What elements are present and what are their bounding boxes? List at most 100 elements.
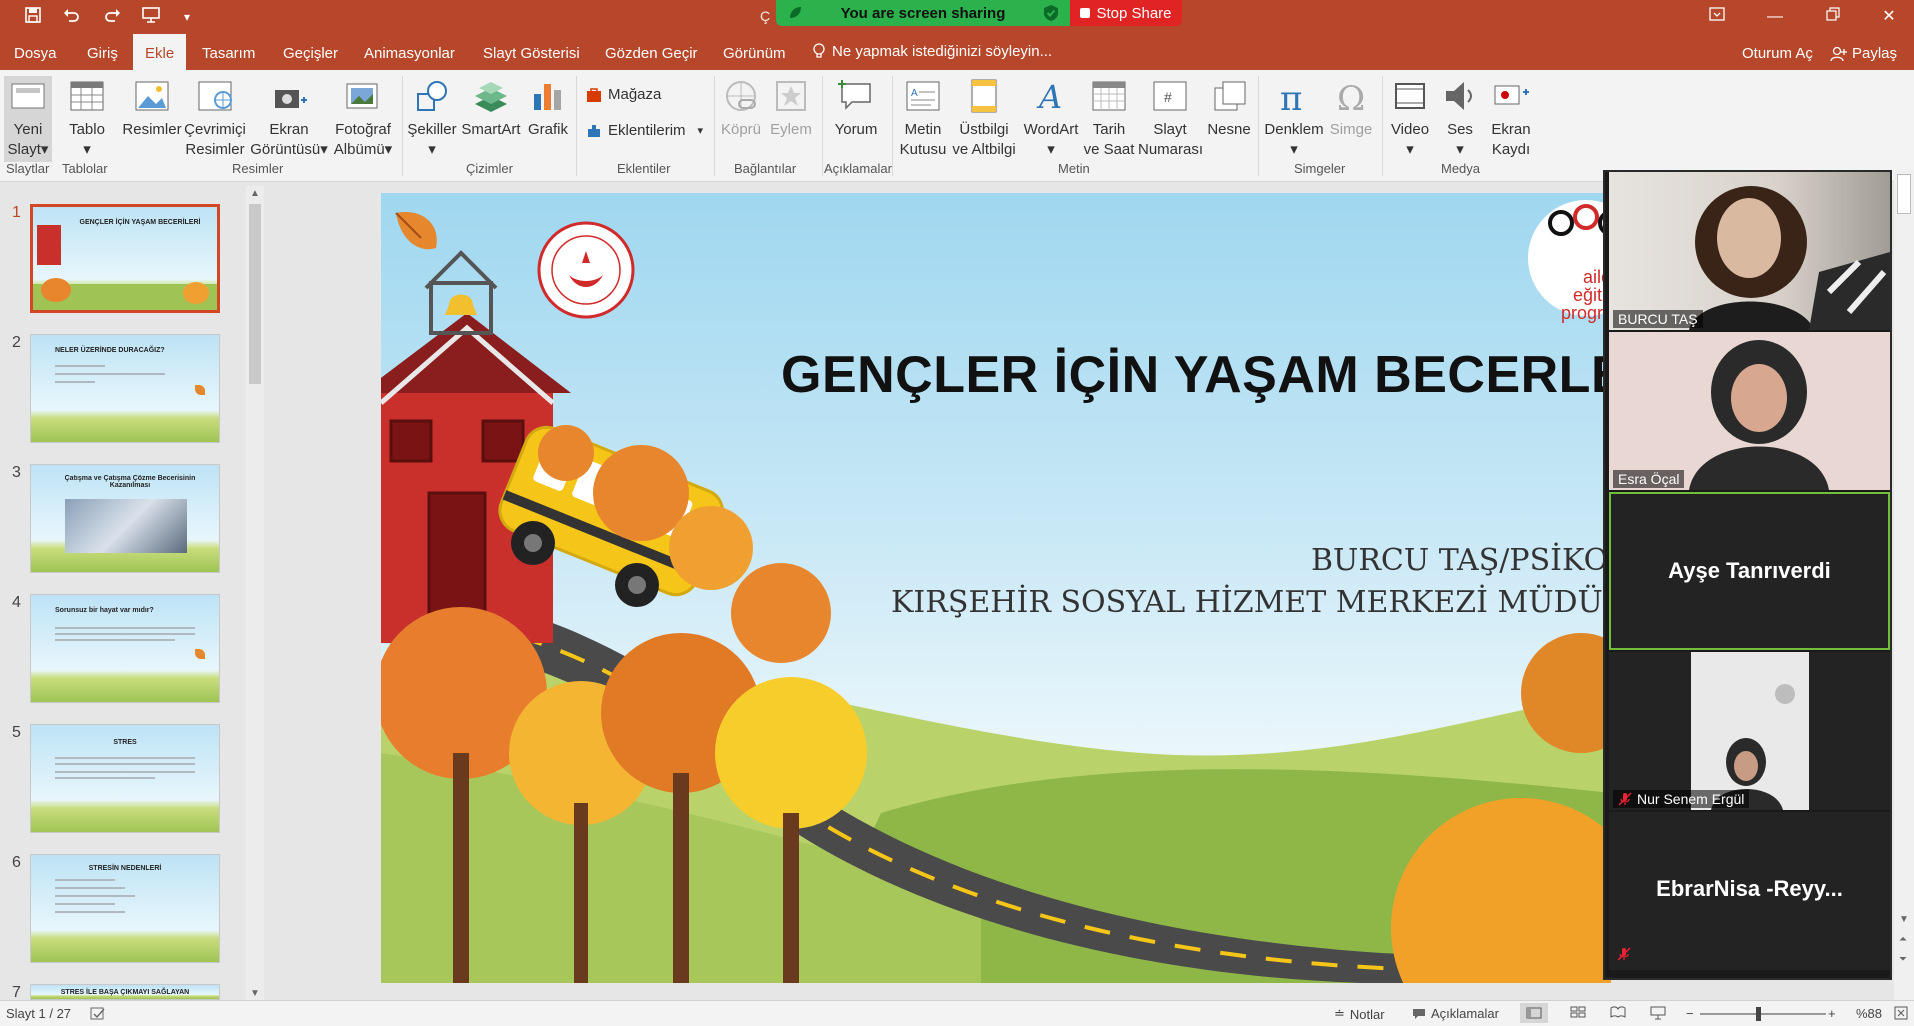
slide-number-button[interactable]: # Slayt Numarası <box>1138 76 1203 160</box>
mic-muted-icon <box>1617 947 1631 961</box>
present-icon[interactable] <box>140 6 162 28</box>
zoom-out-button[interactable]: − <box>1686 1006 1694 1021</box>
slide-thumbnail-4[interactable]: Sorunsuz bir hayat var mıdır? <box>30 594 220 703</box>
slide-thumbnail-6[interactable]: STRESİN NEDENLERİ <box>30 854 220 963</box>
video-button[interactable]: Video ▾ <box>1386 76 1434 160</box>
slide-title[interactable]: GENÇLER İÇİN YAŞAM BECERLE <box>781 345 1611 405</box>
header-footer-icon <box>971 79 997 113</box>
slide-sorter-button[interactable] <box>1570 1006 1586 1018</box>
participant-tile[interactable]: Nur Senem Ergül <box>1609 652 1890 810</box>
current-slide[interactable]: aile eğitim programı GENÇLER İÇİN YAŞAM … <box>381 193 1611 983</box>
tab-gozden-gecir[interactable]: Gözden Geçir <box>605 34 698 70</box>
date-time-button[interactable]: Tarih ve Saat <box>1082 76 1136 160</box>
undo-icon[interactable] <box>60 6 82 28</box>
participant-tile[interactable]: Esra Öçal <box>1609 332 1890 490</box>
link-button[interactable]: Köprü <box>716 76 766 140</box>
tab-gecisler[interactable]: Geçişler <box>283 34 338 70</box>
scroll-up-icon[interactable]: ▲ <box>250 188 260 199</box>
customize-icon[interactable]: ▾ <box>176 6 198 28</box>
reading-view-button[interactable] <box>1610 1006 1626 1018</box>
zoom-level[interactable]: %88 <box>1856 1006 1882 1021</box>
my-addins-button[interactable]: Eklentilerim ▾ <box>586 122 703 139</box>
ribbon-separator <box>892 76 893 176</box>
zoom-in-button[interactable]: + <box>1828 1006 1836 1021</box>
comments-button[interactable]: Açıklamalar <box>1412 1006 1499 1021</box>
object-label: Nesne <box>1207 121 1251 138</box>
tell-me-search[interactable]: Ne yapmak istediğinizi söyleyin... <box>812 34 1052 70</box>
thumbnail-scroll-handle[interactable] <box>249 204 261 384</box>
images-button[interactable]: Resimler <box>122 76 182 140</box>
zoom-slider[interactable] <box>1700 1007 1826 1021</box>
chart-button[interactable]: Grafik <box>526 76 570 140</box>
comments-icon <box>1413 1008 1425 1019</box>
store-button[interactable]: Mağaza <box>586 86 661 103</box>
textbox-button[interactable]: A Metin Kutusu <box>896 76 950 160</box>
previous-slide-icon[interactable]: ⏶ <box>1899 934 1907 945</box>
notes-button[interactable]: ≐ Notlar <box>1334 1006 1385 1022</box>
close-icon[interactable]: ✕ <box>1866 0 1912 34</box>
save-icon[interactable] <box>22 6 44 28</box>
new-slide-button[interactable]: Yeni Slayt▾ <box>4 76 52 162</box>
online-images-button[interactable]: Çevrimiçi Resimler <box>182 76 248 160</box>
scroll-down-icon[interactable]: ▼ <box>250 988 260 999</box>
participant-tile[interactable]: Ayşe Tanrıverdi <box>1609 492 1890 650</box>
spellcheck-icon[interactable] <box>90 1007 106 1021</box>
comment-button[interactable]: Yorum <box>826 76 886 140</box>
slide-thumbnail-5[interactable]: STRES <box>30 724 220 833</box>
tab-slayt-gosterisi[interactable]: Slayt Gösterisi <box>483 34 580 70</box>
group-label-tablolar: Tablolar <box>62 161 108 176</box>
object-button[interactable]: Nesne <box>1204 76 1254 140</box>
normal-view-button[interactable] <box>1520 1003 1548 1023</box>
next-slide-icon[interactable]: ⏷ <box>1899 954 1907 965</box>
participant-tile[interactable]: EbrarNisa -Reyy... <box>1609 812 1890 970</box>
sign-in-link[interactable]: Oturum Aç <box>1742 34 1813 74</box>
header-footer-label-1: Üstbilgi <box>959 121 1009 138</box>
slide-thumbnail-7[interactable]: STRES İLE BAŞA ÇIKMAYI SAĞLAYAN <box>30 984 220 1000</box>
tab-animasyonlar[interactable]: Animasyonlar <box>364 34 455 70</box>
ribbon: Yeni Slayt▾ Tablo ▾ Resimler Çevrimiçi Re… <box>0 70 1914 182</box>
share-button[interactable]: Paylaş <box>1830 34 1897 74</box>
slide-subtitle-presenter[interactable]: BURCU TAŞ/PSİKOL <box>1311 543 1611 578</box>
slide-thumbnail-1[interactable]: GENÇLER İÇİN YAŞAM BECERİLERİ <box>30 204 220 313</box>
restore-icon[interactable] <box>1810 0 1856 34</box>
chart-label: Grafik <box>527 121 568 138</box>
chart-icon <box>534 84 561 110</box>
thumbnail-text-line <box>55 365 105 367</box>
shapes-button[interactable]: Şekiller ▾ <box>406 76 458 160</box>
table-button[interactable]: Tablo ▾ <box>66 76 108 160</box>
redo-icon[interactable] <box>102 6 124 28</box>
thumbnail-scrollbar[interactable]: ▲ ▼ <box>246 186 264 1001</box>
scroll-down-icon[interactable]: ▼ <box>1899 914 1909 925</box>
slideshow-button[interactable] <box>1650 1006 1666 1020</box>
participant-tile[interactable]: BURCU TAŞ <box>1609 172 1890 330</box>
action-label: Eylem <box>770 121 812 138</box>
photo-album-button[interactable]: Fotoğraf Albümü▾ <box>330 76 396 160</box>
tab-gorunum[interactable]: Görünüm <box>723 34 786 70</box>
wordart-button[interactable]: A WordArt ▾ <box>1020 76 1082 160</box>
stop-share-button[interactable]: Stop Share <box>1070 0 1182 26</box>
minimize-icon[interactable]: — <box>1752 0 1798 34</box>
screen-sharing-indicator[interactable]: You are screen sharing <box>776 0 1070 26</box>
slide-scroll-handle[interactable] <box>1897 174 1911 214</box>
equation-button[interactable]: π Denklem ▾ <box>1262 76 1326 160</box>
fit-slide-button[interactable] <box>1894 1006 1908 1020</box>
tab-tasarim[interactable]: Tasarım <box>202 34 255 70</box>
ribbon-display-options-icon[interactable] <box>1694 0 1740 34</box>
slide-scrollbar[interactable]: ▼ ⏶ ⏷ <box>1894 170 1914 1000</box>
slide-thumbnail-2[interactable]: NELER ÜZERİNDE DURACAĞIZ? <box>30 334 220 443</box>
slide-thumbnail-3[interactable]: Çatışma ve Çatışma Çözme Becerisinin Kaz… <box>30 464 220 573</box>
smartart-button[interactable]: SmartArt <box>460 76 522 140</box>
tab-dosya[interactable]: Dosya <box>14 34 57 70</box>
action-button[interactable]: Eylem <box>766 76 816 140</box>
group-label-resimler: Resimler <box>232 161 284 176</box>
audio-button[interactable]: Ses ▾ <box>1436 76 1484 160</box>
screenshot-button[interactable]: Ekran Görüntüsü▾ <box>248 76 330 160</box>
thumbnail-pumpkin <box>183 282 209 304</box>
slide-subtitle-institution[interactable]: KIRŞEHİR SOSYAL HİZMET MERKEZİ MÜDÜRLÜ <box>891 585 1611 620</box>
tab-giris[interactable]: Giriş <box>87 34 118 70</box>
zoom-slider-handle[interactable] <box>1756 1007 1761 1021</box>
header-footer-button[interactable]: Üstbilgi ve Altbilgi <box>952 76 1016 160</box>
symbol-button[interactable]: Ω Simge <box>1326 76 1376 140</box>
screen-recording-button[interactable]: Ekran Kaydı <box>1486 76 1536 160</box>
tab-ekle[interactable]: Ekle <box>133 34 187 70</box>
